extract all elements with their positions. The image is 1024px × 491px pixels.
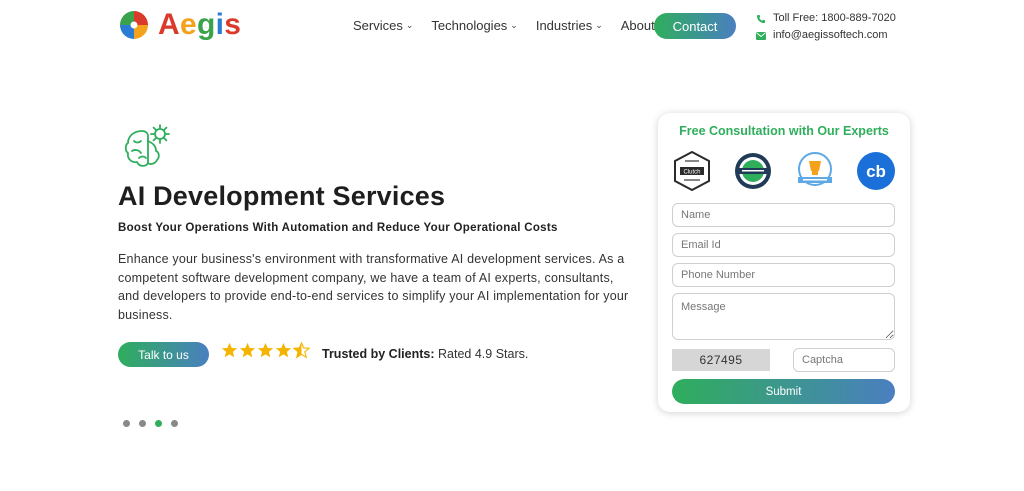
talk-to-us-button[interactable]: Talk to us [118, 342, 209, 367]
contact-info: Toll Free: 1800-889-7020 info@aegissofte… [756, 10, 896, 44]
toll-free-row[interactable]: Toll Free: 1800-889-7020 [756, 10, 896, 27]
star-icon [257, 342, 274, 358]
phone-field[interactable] [672, 263, 895, 287]
slider-dot[interactable] [139, 420, 146, 427]
logo-wordmark: Aegis [158, 8, 242, 41]
hero-subtitle: Boost Your Operations With Automation an… [118, 222, 558, 234]
nav-item-industries[interactable]: Industries ⌄ [536, 18, 603, 33]
nav-item-about[interactable]: About [621, 18, 655, 33]
top-firm-badge-icon [797, 152, 832, 186]
email-text: info@aegissoftech.com [773, 29, 888, 41]
crunchbase-badge-text: cb [866, 162, 886, 181]
captcha-field[interactable] [793, 348, 895, 372]
nav-item-label: Services [353, 18, 403, 33]
page-title: AI Development Services [118, 181, 446, 211]
trusted-value: Rated 4.9 Stars. [438, 347, 529, 361]
toll-free-text: Toll Free: 1800-889-7020 [773, 12, 896, 24]
contact-button[interactable]: Contact [654, 13, 736, 39]
nav-item-label: Technologies [431, 18, 508, 33]
star-half-icon [293, 342, 310, 359]
award-badges: Clutch cb [672, 151, 896, 191]
nav-item-services[interactable]: Services ⌄ [353, 18, 413, 33]
rating-stars [221, 342, 310, 359]
trusted-rating: Trusted by Clients: Rated 4.9 Stars. [322, 347, 528, 361]
phone-icon [757, 14, 765, 23]
brand-logo[interactable]: Aegis [118, 8, 241, 42]
award-badge-icon [735, 153, 772, 189]
star-icon [275, 342, 292, 358]
hero-description: Enhance your business's environment with… [118, 252, 629, 322]
slider-dots [123, 420, 178, 427]
chevron-down-icon: ⌄ [510, 20, 518, 30]
nav-item-label: About [620, 18, 655, 33]
clutch-badge-icon: Clutch [674, 151, 710, 191]
chevron-down-icon: ⌄ [595, 20, 603, 30]
trusted-label: Trusted by Clients: [322, 347, 435, 361]
consultation-form-card: Free Consultation with Our Experts Clutc… [658, 113, 910, 412]
captcha-code: 627495 [672, 349, 770, 371]
name-field[interactable] [672, 203, 895, 227]
clutch-badge-text: Clutch [683, 170, 700, 176]
mail-icon [756, 31, 766, 40]
star-icon [221, 342, 238, 358]
email-row[interactable]: info@aegissoftech.com [756, 27, 896, 44]
submit-button[interactable]: Submit [672, 379, 895, 404]
chevron-down-icon: ⌄ [405, 20, 414, 30]
nav-item-label: Industries [535, 18, 593, 33]
crunchbase-badge-icon: cb [856, 152, 895, 190]
form-title: Free Consultation with Our Experts [679, 124, 889, 138]
slider-dot[interactable] [171, 420, 178, 427]
message-field[interactable] [672, 293, 895, 340]
star-icon [239, 342, 256, 358]
nav-item-technologies[interactable]: Technologies ⌄ [431, 18, 517, 33]
main-nav: Services ⌄ Technologies ⌄ Industries ⌄ A… [353, 18, 673, 33]
slider-dot[interactable] [123, 420, 130, 427]
slider-dot-active[interactable] [155, 420, 162, 427]
logo-pinwheel-icon [120, 11, 148, 39]
email-field[interactable] [672, 233, 895, 257]
ai-brain-gear-icon [124, 124, 170, 167]
